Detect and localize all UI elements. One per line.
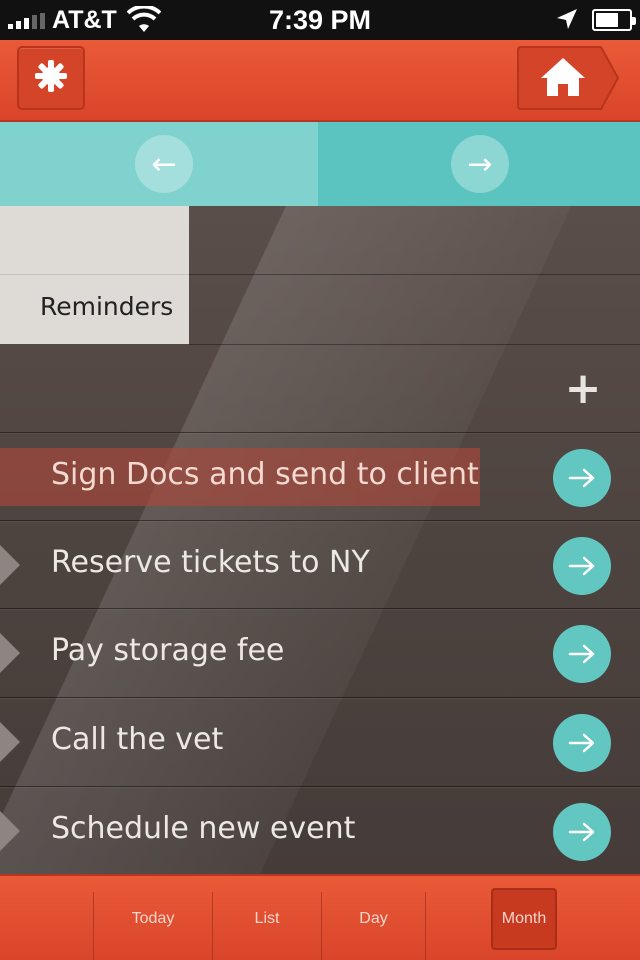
row-marker-icon [0, 811, 20, 851]
add-reminder-button[interactable]: + [563, 367, 603, 411]
section-title: Reminders [40, 292, 174, 321]
reminder-label: Reserve tickets to NY [51, 545, 370, 580]
reminder-label: Call the vet [51, 722, 224, 757]
header-bar [0, 40, 640, 122]
tab-today[interactable]: Today [94, 876, 212, 960]
battery-icon [592, 9, 636, 31]
open-reminder-button[interactable] [553, 803, 611, 861]
reminder-row[interactable]: Call the vet [0, 697, 640, 786]
reminders-panel: Reminders + Sign Docs and send to client… [0, 206, 640, 874]
next-button[interactable]: → [451, 135, 509, 193]
home-button[interactable] [517, 46, 619, 110]
open-reminder-button[interactable] [553, 625, 611, 683]
row-marker-icon [0, 633, 20, 673]
plus-icon: + [564, 363, 602, 414]
tab-list[interactable]: List [213, 876, 321, 960]
row-marker-icon [0, 722, 20, 762]
gear-icon [34, 59, 68, 97]
arrow-left-icon: ← [151, 146, 177, 182]
location-arrow-icon [555, 7, 579, 36]
arrow-right-icon [568, 644, 595, 664]
arrow-right-icon [568, 556, 595, 576]
arrow-right-icon [568, 822, 595, 842]
reminder-row[interactable]: Reserve tickets to NY [0, 520, 640, 609]
arrow-right-icon [568, 733, 595, 753]
bottom-tab-bar: Today List Day Month [0, 874, 640, 960]
status-bar: AT&T 7:39 PM [0, 0, 640, 40]
open-reminder-button[interactable] [553, 714, 611, 772]
tab-month[interactable]: Month [491, 888, 557, 950]
reminder-row[interactable]: Sign Docs and send to client [0, 432, 640, 521]
arrow-right-icon [568, 468, 595, 488]
reminder-label: Schedule new event [51, 811, 356, 846]
arrow-right-icon: → [467, 146, 493, 182]
previous-button[interactable]: ← [135, 135, 193, 193]
row-marker-icon [0, 545, 20, 585]
open-reminder-button[interactable] [553, 537, 611, 595]
reminder-row[interactable]: Schedule new event [0, 786, 640, 875]
reminder-label: Sign Docs and send to client [51, 457, 479, 492]
reminder-row[interactable]: Pay storage fee [0, 608, 640, 697]
status-time: 7:39 PM [268, 5, 372, 35]
section-tab[interactable]: Reminders [0, 206, 189, 344]
tab-day[interactable]: Day [322, 876, 425, 960]
date-navigation-bar: ← → [0, 122, 640, 206]
open-reminder-button[interactable] [553, 449, 611, 507]
settings-button[interactable] [17, 46, 85, 110]
reminder-label: Pay storage fee [51, 633, 285, 668]
